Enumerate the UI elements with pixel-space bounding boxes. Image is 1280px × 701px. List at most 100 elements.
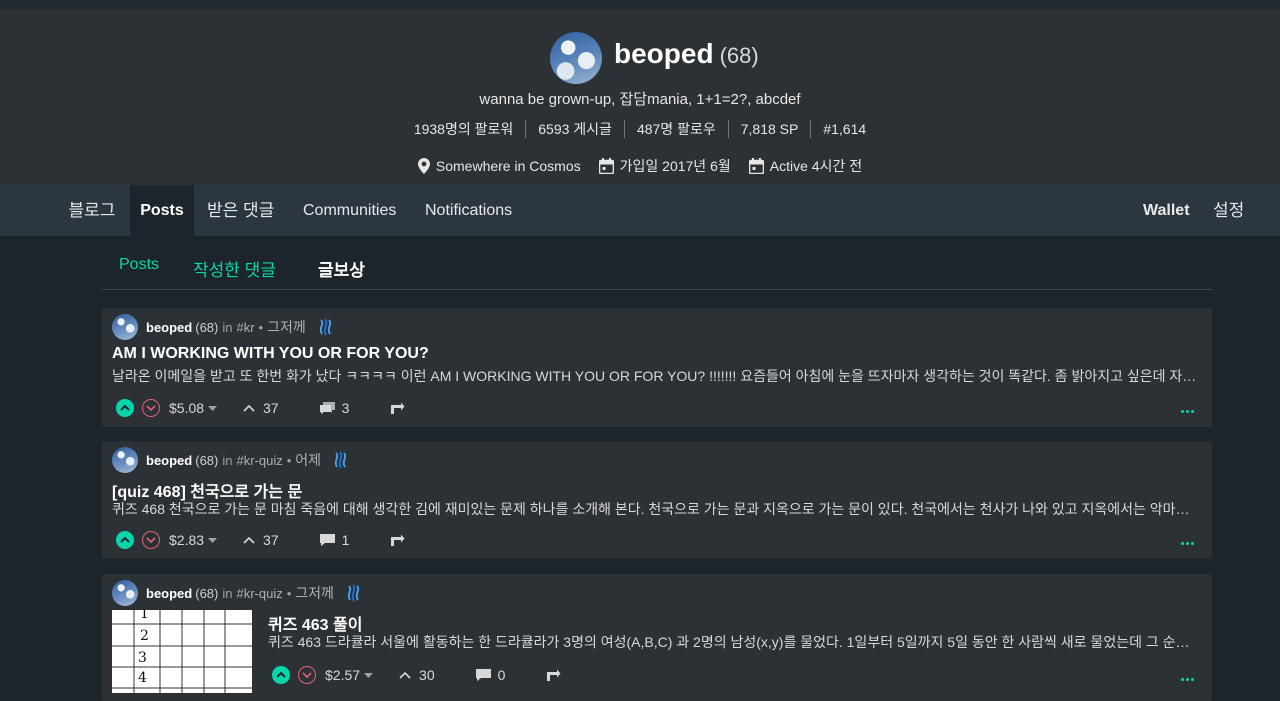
post-card[interactable]: beoped (68) in #kr-quiz • 어제 [quiz 468] … [102, 441, 1212, 559]
location-text: Somewhere in Cosmos [435, 158, 581, 174]
chevron-up-icon [399, 671, 411, 679]
payout[interactable]: $5.08 [169, 400, 218, 416]
post-subtabs: Posts 작성한 댓글 글보상 [102, 236, 1212, 290]
in-label: in [222, 585, 233, 601]
rank: #1,614 [823, 121, 867, 137]
active: Active 4시간 전 [748, 156, 863, 176]
post-excerpt[interactable]: 퀴즈 468 천국으로 가는 문 마침 죽음에 대해 생각한 김에 재미있는 문… [112, 499, 1200, 519]
upvote-button[interactable] [116, 531, 134, 549]
vote-count[interactable]: 30 [399, 667, 435, 683]
calendar-icon [598, 158, 614, 174]
downvote-button[interactable] [298, 666, 316, 684]
comment-count-value: 1 [341, 532, 350, 548]
post-tag[interactable]: #kr [236, 320, 254, 335]
tab-communities[interactable]: Communities [303, 185, 396, 236]
author-reputation: (68) [195, 452, 219, 468]
comment-count[interactable]: 1 [319, 532, 350, 548]
more-options-icon[interactable] [1179, 542, 1194, 545]
vote-count-value: 37 [263, 400, 279, 416]
reblog-icon [547, 669, 561, 681]
post-excerpt[interactable]: 날라온 이메일을 받고 또 한번 화가 났다 ㅋㅋㅋㅋ 이런 AM I WORK… [112, 366, 1200, 386]
separator-dot: • [286, 585, 292, 601]
post-card[interactable]: beoped (68) in #kr • 그저께 AM I WORKING WI… [102, 308, 1212, 427]
comments-icon [319, 402, 335, 414]
reblog-button[interactable] [545, 669, 561, 682]
author-avatar[interactable] [112, 447, 138, 473]
more-options-icon[interactable] [1179, 410, 1194, 413]
comment-count-value: 0 [497, 667, 506, 683]
post-tag[interactable]: #kr-quiz [236, 586, 282, 601]
post-footer: $2.83 37 1 [116, 529, 405, 551]
quiz-grid-image: 1 2 3 4 [112, 610, 252, 693]
reblog-button[interactable] [389, 402, 405, 415]
upvote-button[interactable] [116, 399, 134, 417]
post-time[interactable]: 그저께 [267, 317, 306, 337]
comment-count[interactable]: 3 [319, 400, 349, 416]
vote-count[interactable]: 37 [243, 400, 279, 416]
tab-notifications[interactable]: Notifications [425, 185, 512, 236]
post-card[interactable]: beoped (68) in #kr-quiz • 그저께 1 2 3 4 퀴즈… [102, 574, 1212, 701]
post-time[interactable]: 그저께 [295, 583, 334, 603]
chevron-down-icon [146, 405, 156, 412]
vote-count[interactable]: 37 [243, 532, 279, 548]
profile-about: wanna be grown-up, 잡담mania, 1+1=2?, abcd… [479, 91, 801, 108]
chevron-up-icon [120, 536, 130, 543]
post-time[interactable]: 어제 [295, 450, 321, 470]
profile-meta: Somewhere in Cosmos 가입일 2017년 6월 Active … [0, 156, 1280, 176]
post-excerpt[interactable]: 퀴즈 463 드라큘라 서울에 활동하는 한 드라큘라가 3명의 여성(A,B,… [268, 632, 1200, 652]
profile-avatar[interactable] [550, 32, 602, 84]
active-text: Active 4시간 전 [769, 158, 863, 174]
location-pin-icon [417, 158, 430, 174]
payout[interactable]: $2.57 [325, 667, 374, 683]
grid-row-number: 1 [140, 610, 149, 622]
following-count[interactable]: 487명 팔로우 [625, 120, 729, 138]
downvote-button[interactable] [142, 399, 160, 417]
post-header: beoped (68) in #kr-quiz • 그저께 [112, 580, 362, 606]
payout[interactable]: $2.83 [169, 532, 218, 548]
grid-row-number: 2 [140, 628, 149, 644]
in-label: in [222, 319, 233, 335]
joined-text: 가입일 2017년 6월 [619, 158, 731, 174]
author-reputation: (68) [195, 585, 219, 601]
tab-wallet[interactable]: Wallet [1143, 185, 1190, 236]
tab-settings[interactable]: 설정 [1213, 185, 1244, 236]
subtab-payouts[interactable]: 글보상 [318, 256, 365, 281]
in-label: in [222, 452, 233, 468]
steem-logo-icon [334, 451, 347, 469]
post-title[interactable]: AM I WORKING WITH YOU OR FOR YOU? [112, 345, 429, 363]
author-reputation: (68) [195, 319, 219, 335]
tab-posts[interactable]: Posts [130, 185, 194, 236]
author-name[interactable]: beoped [146, 453, 192, 468]
tab-replies[interactable]: 받은 댓글 [207, 185, 274, 236]
upvote-button[interactable] [272, 666, 290, 684]
subtab-posts[interactable]: Posts [119, 256, 159, 274]
separator-dot: • [286, 452, 292, 468]
grid-row-number: 3 [138, 650, 147, 666]
subtab-comments[interactable]: 작성한 댓글 [193, 256, 276, 281]
caret-down-icon [364, 672, 374, 678]
author-avatar[interactable] [112, 580, 138, 606]
post-header: beoped (68) in #kr • 그저께 [112, 314, 334, 340]
profile-name: beoped [614, 38, 714, 69]
profile-nav: 블로그 Posts 받은 댓글 Communities Notification… [0, 185, 1280, 236]
more-options-icon[interactable] [1179, 678, 1194, 681]
post-footer: $5.08 37 3 [116, 397, 405, 419]
reblog-button[interactable] [389, 534, 405, 547]
downvote-button[interactable] [142, 531, 160, 549]
author-name[interactable]: beoped [146, 586, 192, 601]
followers-count[interactable]: 1938명의 팔로워 [402, 120, 527, 138]
post-tag[interactable]: #kr-quiz [236, 453, 282, 468]
comment-icon [319, 534, 335, 546]
post-thumbnail[interactable]: 1 2 3 4 [112, 610, 252, 693]
payout-value: $2.57 [325, 667, 361, 683]
author-name[interactable]: beoped [146, 320, 192, 335]
posts-count: 6593 게시글 [526, 120, 625, 138]
separator-dot: • [258, 319, 264, 335]
author-avatar[interactable] [112, 314, 138, 340]
profile-reputation: (68) [719, 43, 759, 68]
tab-blog[interactable]: 블로그 [54, 185, 130, 236]
comment-count[interactable]: 0 [475, 667, 506, 683]
steem-power: 7,818 SP [729, 120, 812, 138]
reblog-icon [391, 402, 405, 414]
profile-header: beoped (68) wanna be grown-up, 잡담mania, … [0, 0, 1280, 185]
